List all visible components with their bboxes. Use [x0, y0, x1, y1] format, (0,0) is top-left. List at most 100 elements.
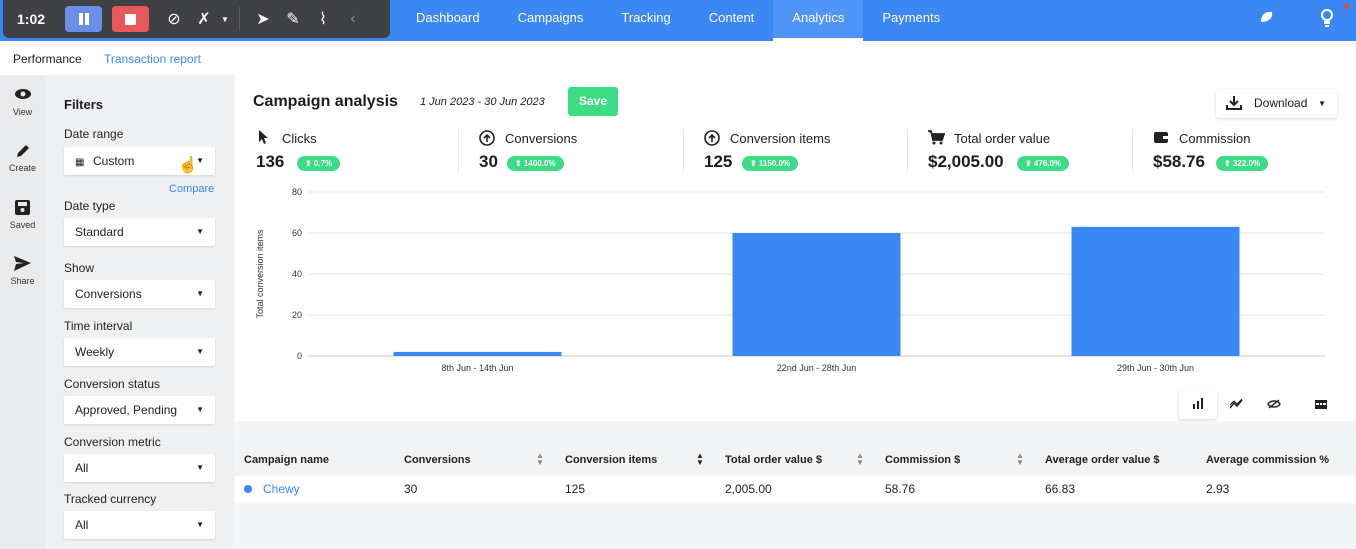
left-rail: View Create Saved Share — [0, 75, 45, 549]
tracked-currency-select[interactable]: All ▼ — [64, 511, 215, 539]
tracked-currency-label: Tracked currency — [64, 492, 157, 506]
pointer-icon[interactable]: ➤ — [248, 9, 278, 29]
column-header[interactable]: Average order value $ — [1045, 454, 1160, 466]
stop-button[interactable] — [112, 6, 149, 32]
column-header[interactable]: Commission $ — [885, 454, 960, 466]
column-header[interactable]: Campaign name — [244, 454, 329, 466]
bar-chart-toggle[interactable] — [1179, 391, 1217, 419]
rail-share[interactable]: Share — [0, 256, 45, 286]
nav-payments[interactable]: Payments — [863, 0, 959, 41]
line-chart-icon — [1228, 398, 1243, 409]
download-icon — [1226, 89, 1242, 120]
campaign-name-link[interactable]: Chewy — [263, 482, 300, 496]
lightbulb-icon[interactable] — [1317, 8, 1337, 28]
kpi-value: $2,005.00 — [928, 152, 1004, 171]
y-tick-label: 40 — [292, 269, 302, 279]
sort-icon[interactable]: ▲ ▼ — [536, 452, 544, 467]
date-range-label: Date range — [64, 127, 124, 141]
caret-down-icon: ▼ — [196, 405, 204, 414]
nav-campaigns[interactable]: Campaigns — [499, 0, 603, 41]
pencil-icon — [0, 143, 45, 161]
table-cell: 2.93 — [1206, 482, 1230, 496]
table-header: Campaign name Conversions ▲ ▼ Conversion … — [235, 442, 1356, 476]
rail-view[interactable]: View — [0, 87, 45, 117]
caret-down-icon: ▼ — [196, 347, 204, 356]
kpi-change-badge: ⬆ 1150.0% — [742, 156, 799, 171]
kpi-clicks: Clicks 136 ⬆ 0.7% — [255, 125, 480, 179]
pen-icon[interactable]: ✎ — [278, 9, 308, 29]
eye-off-icon — [1267, 399, 1281, 409]
campaign-analysis-panel: Campaign analysis 1 Jun 2023 - 30 Jun 20… — [235, 75, 1356, 421]
kpi-change-badge: ⬆ 322.0% — [1216, 156, 1269, 171]
chevron-down-icon[interactable]: ▼ — [219, 15, 231, 24]
date-type-select[interactable]: Standard ▼ — [64, 218, 215, 246]
kpi-divider — [458, 129, 459, 173]
table-view-toggle[interactable] — [1307, 391, 1335, 419]
sort-icon[interactable]: ▲ ▼ — [1016, 452, 1024, 467]
caret-down-icon: ▼ — [196, 520, 204, 529]
chat-icon[interactable] — [1257, 8, 1277, 28]
conversion-metric-select[interactable]: All ▼ — [64, 454, 215, 482]
caret-down-icon: ▼ — [196, 289, 204, 298]
conversion-metric-value: All — [75, 461, 89, 475]
time-interval-select[interactable]: Weekly ▼ — [64, 338, 215, 366]
kpi-label: Conversion items — [730, 131, 831, 146]
x-tick-label: 29th Jun - 30th Jun — [1117, 363, 1194, 373]
series-color-dot — [244, 485, 252, 493]
camera-off-icon[interactable]: ⊘ — [159, 9, 189, 29]
nav-content[interactable]: Content — [690, 0, 774, 41]
kpi-value: 136 — [256, 152, 285, 171]
column-header[interactable]: Conversion items — [565, 454, 657, 466]
rail-label: View — [12, 107, 33, 117]
eye-icon — [0, 87, 45, 105]
compare-link[interactable]: Compare — [169, 183, 214, 195]
mic-off-icon[interactable]: ✗ — [189, 9, 219, 29]
y-tick-label: 80 — [292, 187, 302, 197]
caret-down-icon: ▼ — [196, 463, 204, 472]
y-tick-label: 0 — [297, 351, 302, 361]
screen-recorder-toolbar: 1:02 ⊘ ✗ ▼ ➤ ✎ ⌇ ‹ — [3, 0, 390, 38]
show-select[interactable]: Conversions ▼ — [64, 280, 215, 308]
wallet-icon — [1152, 130, 1170, 147]
time-interval-label: Time interval — [64, 319, 133, 333]
table-row: Chewy 30 125 2,005.00 58.76 66.83 2.93 — [235, 476, 1356, 503]
line-chart-toggle[interactable] — [1217, 391, 1255, 419]
download-button[interactable]: Download ▼ — [1216, 89, 1337, 118]
tab-transaction-report[interactable]: Transaction report — [104, 52, 201, 66]
column-header[interactable]: Total order value $ — [725, 454, 822, 466]
hide-chart-toggle[interactable] — [1255, 391, 1293, 419]
rail-label: Saved — [9, 220, 36, 230]
save-button[interactable]: Save — [568, 87, 618, 116]
sort-icon[interactable]: ▲ ▼ — [856, 452, 864, 467]
broom-icon[interactable]: ⌇ — [308, 9, 338, 29]
calendar-icon: ▦ — [75, 157, 85, 168]
kpi-value: 30 — [479, 152, 498, 171]
chart-type-toggle — [1179, 391, 1293, 419]
nav-analytics[interactable]: Analytics — [773, 0, 864, 41]
recording-time: 1:02 — [17, 11, 46, 27]
tab-performance[interactable]: Performance — [13, 52, 82, 66]
show-value: Conversions — [75, 287, 142, 301]
kpi-divider — [1132, 129, 1133, 173]
sort-icon[interactable]: ▲ ▼ — [696, 452, 704, 467]
caret-down-icon: ▼ — [196, 227, 204, 236]
rail-label: Create — [8, 163, 36, 173]
conversion-status-select[interactable]: Approved, Pending ▼ — [64, 396, 215, 424]
up-circle-icon — [703, 130, 721, 149]
y-axis-label: Total conversion items — [255, 229, 265, 319]
rail-saved[interactable]: Saved — [0, 200, 45, 230]
column-header[interactable]: Conversions — [404, 454, 471, 466]
kpi-conversion-items: Conversion items 125 ⬆ 1150.0% — [703, 125, 928, 179]
rail-label: Share — [10, 276, 35, 286]
collapse-left-icon[interactable]: ‹ — [338, 10, 368, 28]
rail-create[interactable]: Create — [0, 143, 45, 173]
pause-button[interactable] — [65, 6, 102, 32]
kpi-label: Clicks — [282, 131, 317, 146]
column-header[interactable]: Average commission % — [1206, 454, 1329, 466]
caret-down-icon: ▼ — [1318, 99, 1326, 108]
chart-bar — [1071, 226, 1240, 356]
kpi-value: 125 — [704, 152, 733, 171]
nav-dashboard[interactable]: Dashboard — [397, 0, 499, 41]
nav-tracking[interactable]: Tracking — [602, 0, 689, 41]
filters-title: Filters — [64, 97, 104, 112]
